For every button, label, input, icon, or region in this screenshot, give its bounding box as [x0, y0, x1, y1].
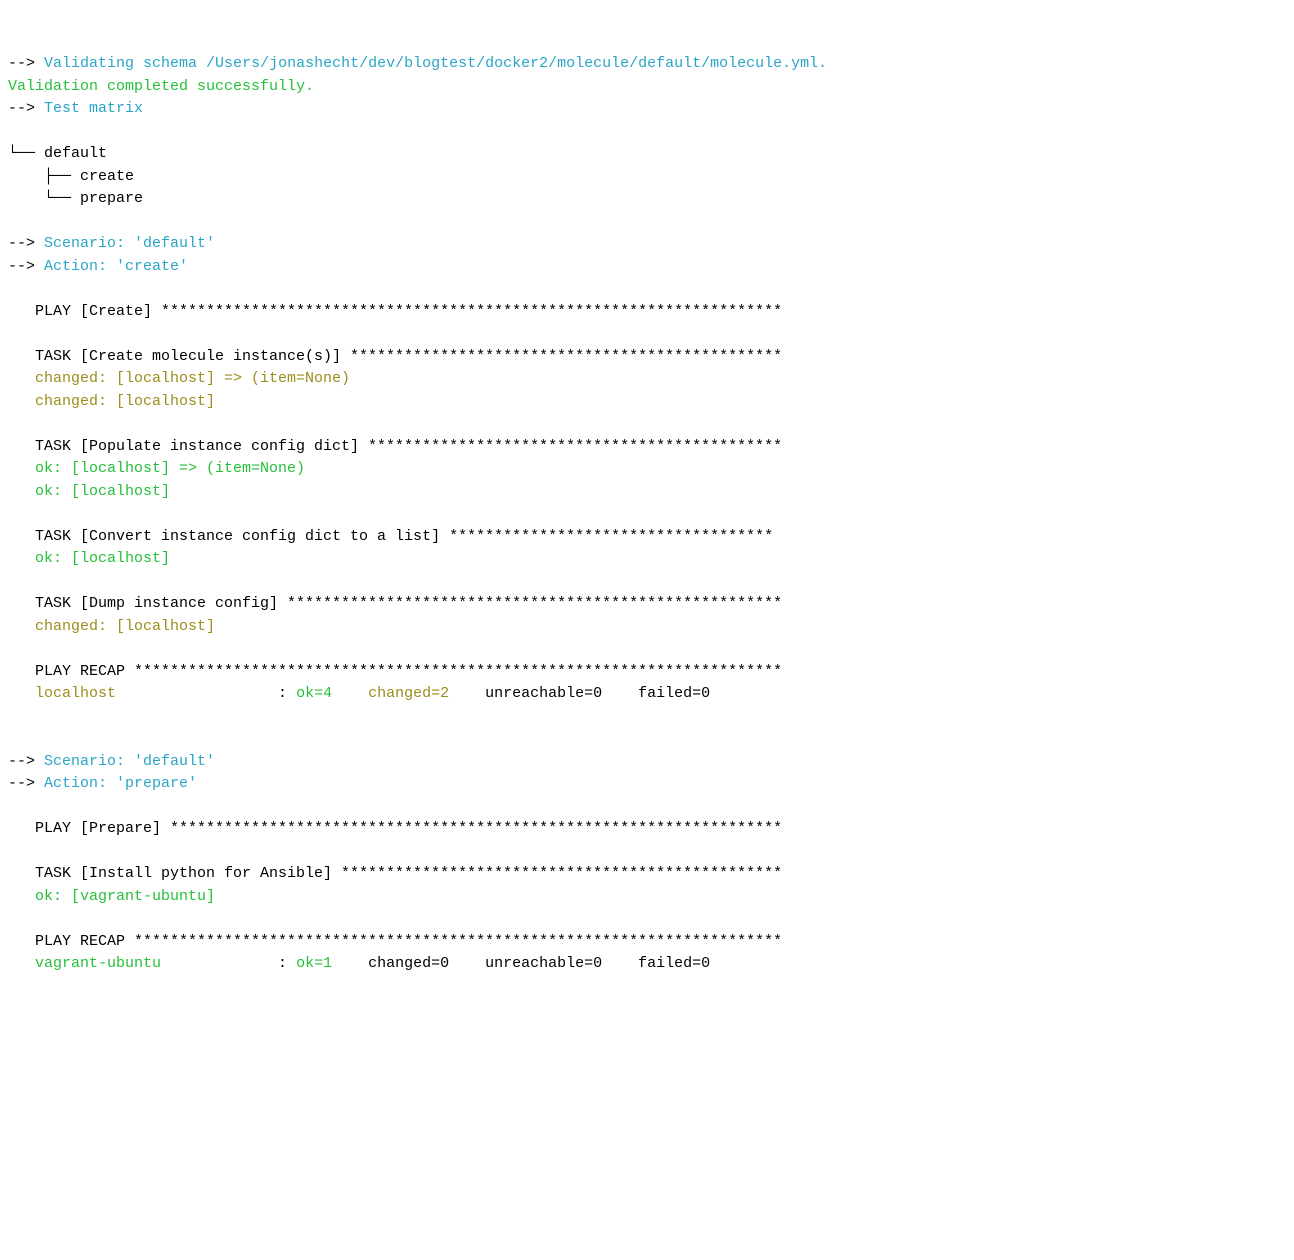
- play-prepare: PLAY [Prepare] *************************…: [35, 820, 782, 837]
- changed-localhost-item: changed: [localhost] => (item=None): [35, 370, 350, 387]
- recap-changed: changed=2: [368, 685, 485, 702]
- action-prepare: Action: 'prepare': [44, 775, 197, 792]
- recap-changed: changed=0: [368, 955, 485, 972]
- scenario-default: Scenario: 'default': [44, 235, 215, 252]
- play-recap-header: PLAY RECAP *****************************…: [35, 663, 782, 680]
- arrow: -->: [8, 258, 35, 275]
- validating-line: Validating schema /Users/jonashecht/dev/…: [44, 55, 827, 72]
- recap-colon: :: [278, 685, 296, 702]
- recap-unreachable: unreachable=0: [485, 955, 638, 972]
- task-convert: TASK [Convert instance config dict to a …: [35, 528, 773, 545]
- scenario-default: Scenario: 'default': [44, 753, 215, 770]
- play-recap-header: PLAY RECAP *****************************…: [35, 933, 782, 950]
- ok-localhost: ok: [localhost]: [35, 483, 170, 500]
- create-block: PLAY [Create] **************************…: [8, 278, 1286, 728]
- play-create: PLAY [Create] **************************…: [35, 303, 782, 320]
- tree-create: ├── create: [8, 168, 134, 185]
- arrow: -->: [8, 235, 35, 252]
- ok-vagrant: ok: [vagrant-ubuntu]: [35, 888, 215, 905]
- tree-default: └── default: [8, 145, 107, 162]
- task-dump: TASK [Dump instance config] ************…: [35, 595, 782, 612]
- arrow: -->: [8, 753, 35, 770]
- ok-localhost: ok: [localhost]: [35, 550, 170, 567]
- validation-complete: Validation completed successfully.: [8, 78, 314, 95]
- task-install-python: TASK [Install python for Ansible] ******…: [35, 865, 782, 882]
- arrow: -->: [8, 100, 35, 117]
- changed-localhost: changed: [localhost]: [35, 393, 215, 410]
- changed-localhost: changed: [localhost]: [35, 618, 215, 635]
- arrow: -->: [8, 775, 35, 792]
- task-populate: TASK [Populate instance config dict] ***…: [35, 438, 782, 455]
- arrow: -->: [8, 55, 35, 72]
- recap-host: localhost: [35, 685, 278, 702]
- action-create: Action: 'create': [44, 258, 188, 275]
- prepare-block: PLAY [Prepare] *************************…: [8, 796, 1286, 976]
- task-create-instance: TASK [Create molecule instance(s)] *****…: [35, 348, 782, 365]
- terminal-output: --> Validating schema /Users/jonashecht/…: [8, 53, 1286, 976]
- recap-failed: failed=0: [638, 955, 710, 972]
- tree-prepare: └── prepare: [8, 190, 143, 207]
- recap-host: vagrant-ubuntu: [35, 955, 278, 972]
- test-matrix-label: Test matrix: [44, 100, 143, 117]
- recap-ok: ok=4: [296, 685, 368, 702]
- recap-colon: :: [278, 955, 296, 972]
- recap-ok: ok=1: [296, 955, 368, 972]
- recap-failed: failed=0: [638, 685, 710, 702]
- ok-localhost-item: ok: [localhost] => (item=None): [35, 460, 305, 477]
- recap-unreachable: unreachable=0: [485, 685, 638, 702]
